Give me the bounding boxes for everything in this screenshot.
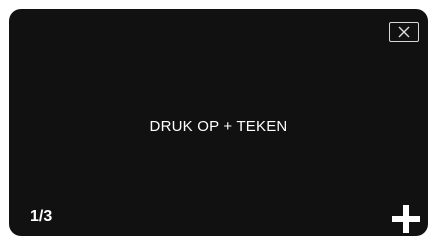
plus-icon — [392, 205, 420, 233]
page-counter: 1/3 — [30, 208, 53, 225]
close-button[interactable] — [389, 22, 419, 42]
camera-screen: DRUK OP + TEKEN 1/3 — [9, 9, 428, 236]
close-icon — [398, 26, 410, 38]
add-button[interactable] — [388, 202, 424, 236]
instruction-text: DRUK OP + TEKEN — [149, 118, 288, 135]
